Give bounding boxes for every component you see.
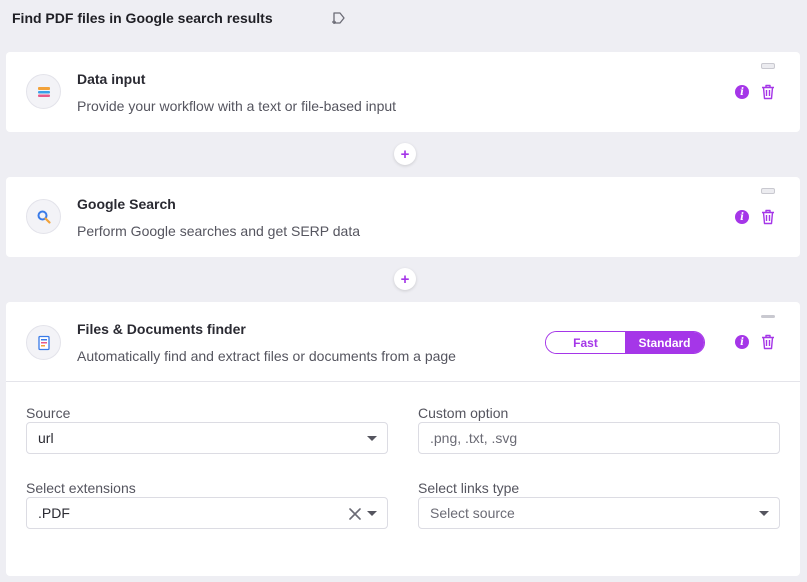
source-select[interactable]: url <box>26 422 388 454</box>
chevron-down-icon <box>759 511 769 516</box>
step-title: Google Search <box>77 196 176 212</box>
source-value: url <box>38 430 54 446</box>
step-title: Files & Documents finder <box>77 321 246 337</box>
drag-handle-icon[interactable] <box>761 188 775 194</box>
document-icon <box>26 325 61 360</box>
step-description: Perform Google searches and get SERP dat… <box>77 223 361 239</box>
links-type-placeholder: Select source <box>430 505 515 521</box>
links-type-label: Select links type <box>418 480 520 496</box>
extensions-label: Select extensions <box>26 480 136 496</box>
chevron-down-icon <box>367 511 377 516</box>
mode-fast-option[interactable]: Fast <box>546 332 625 353</box>
chevron-down-icon <box>367 436 377 441</box>
collapse-icon[interactable] <box>761 315 775 318</box>
step-description: Automatically find and extract files or … <box>77 348 456 364</box>
info-icon[interactable]: i <box>735 335 749 349</box>
workflow-title: Find PDF files in Google search results <box>12 10 273 26</box>
trash-icon[interactable] <box>761 334 775 350</box>
mode-toggle[interactable]: Fast Standard <box>545 331 705 354</box>
add-step-button[interactable]: + <box>394 143 416 165</box>
clear-icon[interactable] <box>347 506 363 522</box>
extensions-select[interactable]: .PDF <box>26 497 388 529</box>
tag-add-icon[interactable] <box>331 10 347 26</box>
source-label: Source <box>26 405 71 421</box>
divider <box>6 381 800 382</box>
custom-option-label: Custom option <box>418 405 509 421</box>
workflow-title-bar: Find PDF files in Google search results <box>12 8 273 28</box>
step-description: Provide your workflow with a text or fil… <box>77 98 397 114</box>
add-step-button[interactable]: + <box>394 268 416 290</box>
info-icon[interactable]: i <box>735 85 749 99</box>
info-icon[interactable]: i <box>735 210 749 224</box>
trash-icon[interactable] <box>761 84 775 100</box>
trash-icon[interactable] <box>761 209 775 225</box>
step-title: Data input <box>77 71 146 87</box>
drag-handle-icon[interactable] <box>761 63 775 69</box>
extensions-value: .PDF <box>38 505 70 521</box>
links-type-select[interactable]: Select source <box>418 497 780 529</box>
step-card-data-input[interactable]: Data input Provide your workflow with a … <box>6 52 800 132</box>
step-card-google-search[interactable]: Google Search Perform Google searches an… <box>6 177 800 257</box>
custom-option-placeholder: .png, .txt, .svg <box>430 430 518 446</box>
step-card-files-documents-finder[interactable]: Files & Documents finder Automatically f… <box>6 302 800 576</box>
mode-standard-option[interactable]: Standard <box>625 332 704 353</box>
search-icon <box>26 199 61 234</box>
data-input-icon <box>26 74 61 109</box>
custom-option-input[interactable]: .png, .txt, .svg <box>418 422 780 454</box>
